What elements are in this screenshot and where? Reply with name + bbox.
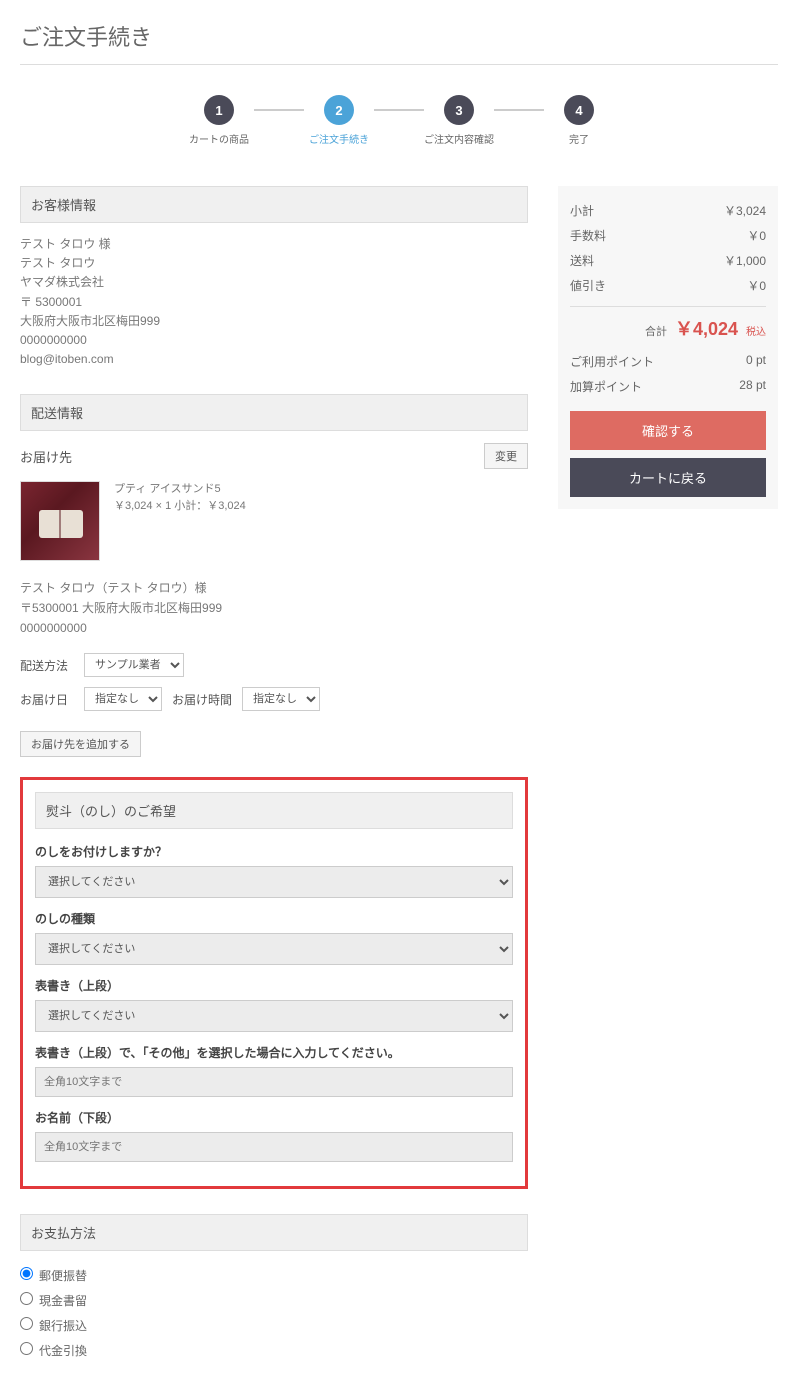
step-label: 完了 (544, 131, 614, 146)
step-label: ご注文手続き (304, 131, 374, 146)
noshi-name-input[interactable] (35, 1132, 513, 1162)
customer-email: blog@itoben.com (20, 350, 528, 369)
payment-radio[interactable] (20, 1317, 33, 1330)
recipient-address: 〒5300001 大阪府大阪市北区梅田999 (20, 599, 528, 617)
payment-option[interactable]: 郵便振替 (20, 1263, 528, 1288)
delivery-to-label: お届け先 (20, 447, 72, 466)
payment-option[interactable]: 銀行振込 (20, 1313, 528, 1338)
change-address-button[interactable]: 変更 (484, 443, 528, 469)
delivery-time-select[interactable]: 指定なし (242, 687, 320, 711)
back-to-cart-button[interactable]: カートに戻る (570, 458, 766, 497)
shipping-method-select[interactable]: サンプル業者 (84, 653, 184, 677)
delivery-date-label: お届け日 (20, 691, 74, 708)
noshi-top-label: 表書き（上段） (35, 977, 513, 994)
step-1: 1 カートの商品 (184, 95, 254, 146)
payment-header: お支払方法 (20, 1214, 528, 1251)
shipping-value: ￥1,000 (724, 252, 766, 269)
payment-option[interactable]: 現金書留 (20, 1288, 528, 1313)
step-3: 3 ご注文内容確認 (424, 95, 494, 146)
noshi-attach-select[interactable]: 選択してください (35, 866, 513, 898)
delivery-section-header: 配送情報 (20, 394, 528, 431)
step-label: カートの商品 (184, 131, 254, 146)
step-4: 4 完了 (544, 95, 614, 146)
recipient-name: テスト タロウ（テスト タロウ）様 (20, 579, 528, 597)
delivery-date-select[interactable]: 指定なし (84, 687, 162, 711)
payment-radio[interactable] (20, 1267, 33, 1280)
payment-options: 郵便振替 現金書留 銀行振込 代金引換 (20, 1263, 528, 1363)
shipping-method-label: 配送方法 (20, 657, 74, 674)
confirm-button[interactable]: 確認する (570, 411, 766, 450)
subtotal-value: ￥3,024 (724, 202, 766, 219)
customer-name: テスト タロウ 様 (20, 235, 528, 254)
total-label: 合計 (645, 323, 667, 339)
product-row: プティ アイスサンド5 ￥3,024 × 1 小計：￥3,024 (20, 481, 528, 561)
customer-section-header: お客様情報 (20, 186, 528, 223)
noshi-section: 熨斗（のし）のご希望 のしをお付けしますか？ 選択してください のしの種類 選択… (20, 777, 528, 1189)
customer-phone: 0000000000 (20, 331, 528, 350)
subtotal-label: 小計 (570, 202, 594, 219)
step-circle: 2 (324, 95, 354, 125)
payment-option[interactable]: 代金引換 (20, 1338, 528, 1363)
noshi-header: 熨斗（のし）のご希望 (35, 792, 513, 829)
noshi-type-label: のしの種類 (35, 910, 513, 927)
delivery-time-label: お届け時間 (172, 691, 232, 708)
add-points-label: 加算ポイント (570, 378, 642, 395)
total-value: ￥4,024 (675, 315, 738, 341)
page-title: ご注文手続き (20, 20, 778, 65)
step-connector (254, 109, 304, 111)
noshi-name-label: お名前（下段） (35, 1109, 513, 1126)
payment-radio[interactable] (20, 1292, 33, 1305)
fee-value: ￥0 (747, 227, 766, 244)
shipping-label: 送料 (570, 252, 594, 269)
noshi-type-select[interactable]: 選択してください (35, 933, 513, 965)
tax-label: 税込 (746, 323, 766, 338)
step-circle: 1 (204, 95, 234, 125)
add-points-value: 28 pt (739, 378, 766, 395)
discount-label: 値引き (570, 277, 606, 294)
step-2: 2 ご注文手続き (304, 95, 374, 146)
use-points-label: ご利用ポイント (570, 353, 654, 370)
product-thumbnail (20, 481, 100, 561)
customer-kana: テスト タロウ (20, 254, 528, 273)
noshi-attach-label: のしをお付けしますか？ (35, 843, 513, 860)
step-connector (494, 109, 544, 111)
order-summary: 小計￥3,024 手数料￥0 送料￥1,000 値引き￥0 合計 ￥4,024 … (558, 186, 778, 509)
product-price-line: ￥3,024 × 1 小計：￥3,024 (114, 498, 246, 515)
noshi-other-label: 表書き（上段）で、「その他」を選択した場合に入力してください。 (35, 1044, 513, 1061)
payment-radio[interactable] (20, 1342, 33, 1355)
discount-value: ￥0 (747, 277, 766, 294)
step-circle: 3 (444, 95, 474, 125)
customer-address: 大阪府大阪市北区梅田999 (20, 312, 528, 331)
progress-steps: 1 カートの商品 2 ご注文手続き 3 ご注文内容確認 4 完了 (20, 95, 778, 146)
product-name: プティ アイスサンド5 (114, 481, 246, 498)
noshi-other-input[interactable] (35, 1067, 513, 1097)
recipient-block: テスト タロウ（テスト タロウ）様 〒5300001 大阪府大阪市北区梅田999… (20, 579, 528, 637)
recipient-phone: 0000000000 (20, 619, 528, 637)
customer-info-block: テスト タロウ 様 テスト タロウ ヤマダ株式会社 〒 5300001 大阪府大… (20, 235, 528, 369)
step-label: ご注文内容確認 (424, 131, 494, 146)
customer-postal: 〒 5300001 (20, 293, 528, 312)
customer-company: ヤマダ株式会社 (20, 273, 528, 292)
step-circle: 4 (564, 95, 594, 125)
step-connector (374, 109, 424, 111)
add-address-button[interactable]: お届け先を追加する (20, 731, 141, 757)
noshi-top-select[interactable]: 選択してください (35, 1000, 513, 1032)
fee-label: 手数料 (570, 227, 606, 244)
use-points-value: 0 pt (746, 353, 766, 370)
